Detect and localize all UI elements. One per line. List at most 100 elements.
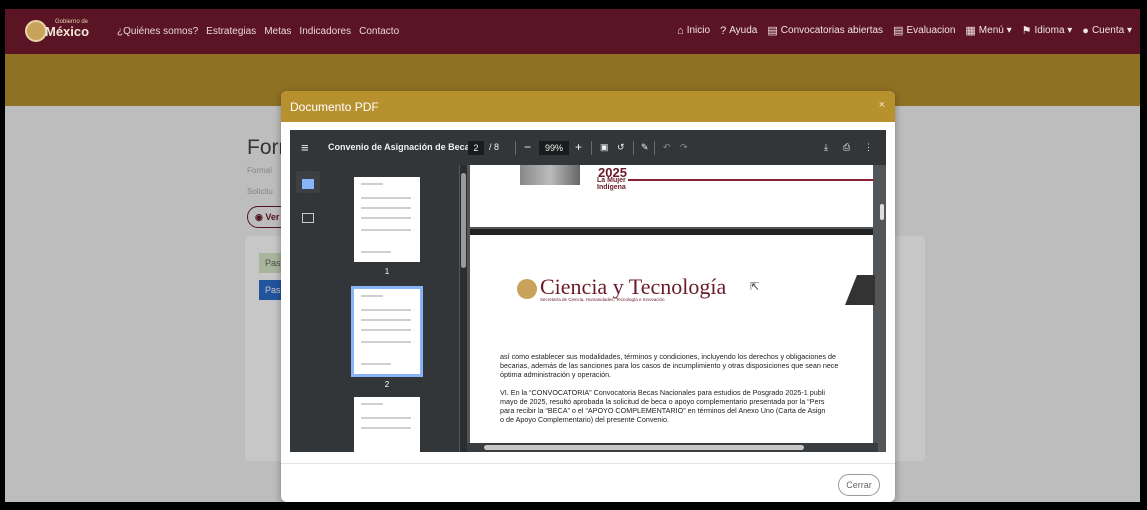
thumb-line — [361, 417, 411, 419]
print-icon[interactable]: ⎙ — [843, 130, 850, 165]
outline-icon[interactable] — [302, 213, 314, 223]
thumb-line — [361, 183, 383, 185]
thumbnail-page-2[interactable] — [351, 286, 423, 377]
page-horizontal-scrollbar[interactable] — [467, 443, 878, 452]
nav-link-metas[interactable]: Metas — [264, 26, 291, 37]
help-icon: ? — [720, 24, 727, 37]
brand-subtitle: Secretaría de Ciencia, Humanidades, Tecn… — [540, 297, 665, 302]
annotate-icon[interactable]: ✎ — [641, 130, 649, 165]
thumb-line — [361, 251, 391, 253]
fit-page-icon[interactable]: ▣ — [600, 130, 609, 165]
top-navbar: Gobierno de México ¿Quiénes somos? Estra… — [5, 9, 1140, 54]
nav-evaluacion[interactable]: ▤ Evaluacion — [893, 25, 955, 36]
pdf-page-2: Ciencia y Tecnología Secretaría de Cienc… — [470, 235, 875, 452]
browser-screen: Gobierno de México ¿Quiénes somos? Estra… — [5, 9, 1140, 502]
vertical-scroll-thumb[interactable] — [880, 204, 884, 220]
paragraph-line: mayo de 2025, resultó aprobada la solici… — [500, 397, 825, 406]
paragraph-line: así como establecer sus modalidades, tér… — [500, 352, 837, 361]
menu-icon: ▦ — [965, 24, 976, 37]
decorative-art — [845, 275, 875, 305]
nav-link-contacto[interactable]: Contacto — [359, 26, 399, 37]
nav-cuenta-label: Cuenta ▾ — [1091, 25, 1132, 36]
redo-icon[interactable]: ↷ — [680, 130, 688, 165]
download-icon[interactable]: ⤓ — [824, 130, 828, 165]
header-la-mujer-indigena: La Mujer Indígena — [597, 177, 626, 191]
nav-menu[interactable]: ▦ Menú ▾ — [965, 25, 1011, 36]
thumbnail-scroll-thumb[interactable] — [461, 173, 466, 268]
thumb-line — [361, 341, 411, 343]
brand-title-text: Ciencia y Tecnología — [540, 274, 727, 299]
thumb-line — [361, 309, 411, 311]
main-nav-links: ¿Quiénes somos? Estrategias Metas Indica… — [117, 26, 399, 37]
header-rule — [628, 179, 873, 181]
toolbar-divider — [591, 141, 592, 155]
page-vertical-scrollbar[interactable] — [878, 165, 886, 452]
user-icon: ● — [1082, 24, 1089, 37]
pdf-viewer: ≡ Convenio de Asignación de Beca 2 / 8 −… — [290, 130, 886, 452]
paragraph-line: óptima administración y operación. — [500, 370, 612, 379]
modal-footer: Cerrar — [281, 463, 895, 502]
thumbnails-icon — [302, 179, 314, 189]
nav-right-menu: ⌂ Inicio ? Ayuda ▤ Convocatorias abiertas ▤… — [677, 25, 1132, 36]
nav-link-indicadores[interactable]: Indicadores — [299, 26, 351, 37]
hamburger-menu-icon[interactable]: ≡ — [301, 130, 309, 165]
paragraph-line: para recibir la “BECA” o el “APOYO COMPL… — [500, 406, 826, 415]
thumbnail-panel: 1 2 — [326, 165, 459, 452]
page-number-input[interactable]: 2 — [468, 141, 484, 155]
nav-ayuda[interactable]: ? Ayuda — [720, 25, 757, 36]
thumbnail-label-1: 1 — [384, 267, 390, 276]
modal-title: Documento PDF — [290, 100, 379, 114]
nav-idioma-label: Idioma ▾ — [1034, 25, 1073, 36]
zoom-out-button[interactable]: − — [524, 130, 531, 165]
undo-icon[interactable]: ↶ — [663, 130, 671, 165]
nav-idioma[interactable]: ⚑ Idioma ▾ — [1022, 25, 1073, 36]
thumb-line — [361, 197, 411, 199]
nav-cuenta[interactable]: ● Cuenta ▾ — [1082, 25, 1132, 36]
nav-menu-label: Menú ▾ — [978, 25, 1012, 36]
sidebar-tools — [290, 165, 326, 452]
thumbnail-page-1[interactable] — [354, 177, 420, 262]
rotate-icon[interactable]: ↺ — [617, 130, 625, 165]
thumb-line — [361, 207, 411, 209]
paragraph-line: o de Apoyo Complementario) del presente … — [500, 415, 670, 424]
gobierno-mexico-logo[interactable]: Gobierno de México — [25, 19, 101, 42]
mouse-cursor-icon: ⇱ — [750, 281, 760, 293]
nav-convocatorias[interactable]: ▤ Convocatorias abiertas — [767, 25, 883, 36]
zoom-input[interactable]: 99% — [539, 141, 569, 155]
pdf-page-area: 2025 La Mujer Indígena Ciencia y Tecnolog… — [467, 165, 886, 452]
nav-ayuda-label: Ayuda — [729, 25, 758, 36]
thumb-line — [361, 363, 391, 365]
document-icon: ▤ — [893, 24, 904, 37]
thumb-line — [361, 295, 383, 297]
modal-header: Documento PDF × — [281, 91, 895, 122]
pdf-modal: Documento PDF × ≡ Convenio de Asignación… — [281, 91, 895, 502]
logo-text: México — [45, 24, 90, 39]
seal-icon — [25, 20, 47, 42]
nav-evaluacion-label: Evaluacion — [906, 25, 956, 36]
horizontal-scroll-thumb[interactable] — [484, 445, 804, 450]
page-total: / 8 — [489, 142, 500, 152]
nav-link-estrategias[interactable]: Estrategias — [206, 26, 256, 37]
nav-link-quienes-somos[interactable]: ¿Quiénes somos? — [117, 26, 198, 37]
nav-inicio-label: Inicio — [686, 25, 711, 36]
flag-icon: ⚑ — [1021, 24, 1032, 37]
thumb-line — [361, 229, 411, 231]
cerrar-button[interactable]: Cerrar — [838, 474, 880, 496]
thumb-line — [361, 329, 411, 331]
toolbar-divider — [515, 141, 516, 155]
paragraph-line: VI. En la “CONVOCATORIA” Convocatoria Be… — [500, 388, 825, 397]
zoom-in-button[interactable]: + — [575, 130, 582, 165]
nav-inicio[interactable]: ⌂ Inicio — [677, 25, 710, 36]
toolbar-divider — [654, 141, 655, 155]
more-options-icon[interactable]: ⋮ — [864, 130, 873, 165]
document-icon: ▤ — [767, 24, 778, 37]
nav-convocatorias-label: Convocatorias abiertas — [780, 25, 884, 36]
thumb-line — [361, 403, 383, 405]
modal-close-button[interactable]: × — [879, 99, 885, 111]
thumbnail-page-3[interactable] — [354, 397, 420, 452]
pdf-toolbar: ≡ Convenio de Asignación de Beca 2 / 8 −… — [290, 130, 886, 165]
thumbnail-scrollbar[interactable] — [460, 165, 467, 452]
thumb-line — [361, 319, 411, 321]
pdf-document-title: Convenio de Asignación de Beca — [328, 142, 470, 152]
header-photo — [520, 165, 580, 185]
